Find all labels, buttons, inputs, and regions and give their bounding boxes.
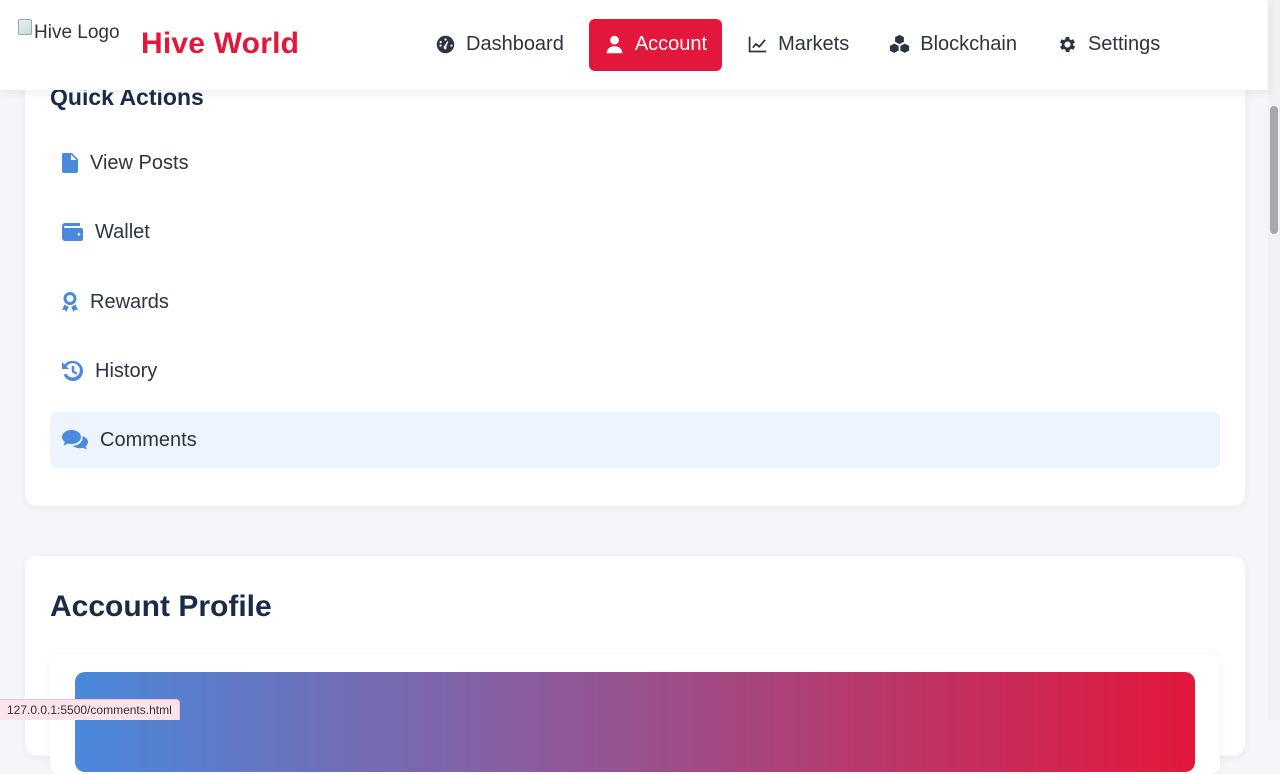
quick-action-label: Comments [100, 428, 197, 451]
nav-item-blockchain[interactable]: Blockchain [874, 19, 1032, 71]
status-bar-url: 127.0.0.1:5500/comments.html [0, 699, 180, 720]
gear-icon [1059, 36, 1076, 53]
scrollbar-thumb[interactable] [1270, 106, 1278, 234]
profile-banner [75, 672, 1195, 772]
profile-panel [50, 654, 1220, 774]
nav-item-markets[interactable]: Markets [732, 19, 864, 71]
broken-image-icon [18, 19, 32, 35]
nav-label: Blockchain [920, 33, 1017, 55]
quick-action-label: Rewards [90, 290, 169, 313]
nav-label: Markets [778, 33, 850, 55]
account-profile-card: Account Profile [25, 556, 1245, 774]
gauge-icon [436, 35, 455, 54]
page-scrollbar[interactable] [1268, 0, 1280, 720]
main-nav: Dashboard Account Markets Blockchain Set… [420, 18, 1185, 71]
quick-action-comments[interactable]: Comments [50, 412, 1220, 468]
wallet-icon [62, 223, 83, 241]
quick-action-wallet[interactable]: Wallet [50, 204, 1220, 260]
nav-item-account[interactable]: Account [588, 18, 723, 71]
nav-label: Settings [1087, 33, 1161, 55]
quick-action-view-posts[interactable]: View Posts [50, 135, 1220, 191]
history-icon [62, 361, 83, 381]
brand-name[interactable]: Hive World [141, 27, 299, 61]
nav-label: Dashboard [466, 33, 564, 55]
chart-line-icon [748, 36, 767, 53]
comments-icon [62, 430, 88, 450]
quick-action-rewards[interactable]: Rewards [50, 274, 1220, 330]
nav-item-dashboard[interactable]: Dashboard [420, 19, 579, 71]
quick-actions-card: Quick Actions View Posts Wallet Rewards … [25, 60, 1245, 506]
quick-action-label: History [95, 359, 158, 382]
account-profile-title: Account Profile [50, 590, 272, 623]
quick-action-label: Wallet [95, 220, 150, 243]
cubes-icon [890, 34, 910, 53]
quick-action-history[interactable]: History [50, 343, 1220, 399]
file-alt-icon [62, 153, 78, 173]
user-icon [606, 35, 623, 54]
nav-item-settings[interactable]: Settings [1042, 19, 1175, 71]
award-icon [62, 292, 78, 312]
logo-image[interactable]: Hive Logo [18, 19, 120, 44]
logo-alt-text: Hive Logo [34, 22, 120, 43]
top-header: Hive Logo Hive World Dashboard Account M… [0, 0, 1268, 90]
quick-action-label: View Posts [90, 151, 189, 174]
nav-label: Account [634, 33, 708, 55]
